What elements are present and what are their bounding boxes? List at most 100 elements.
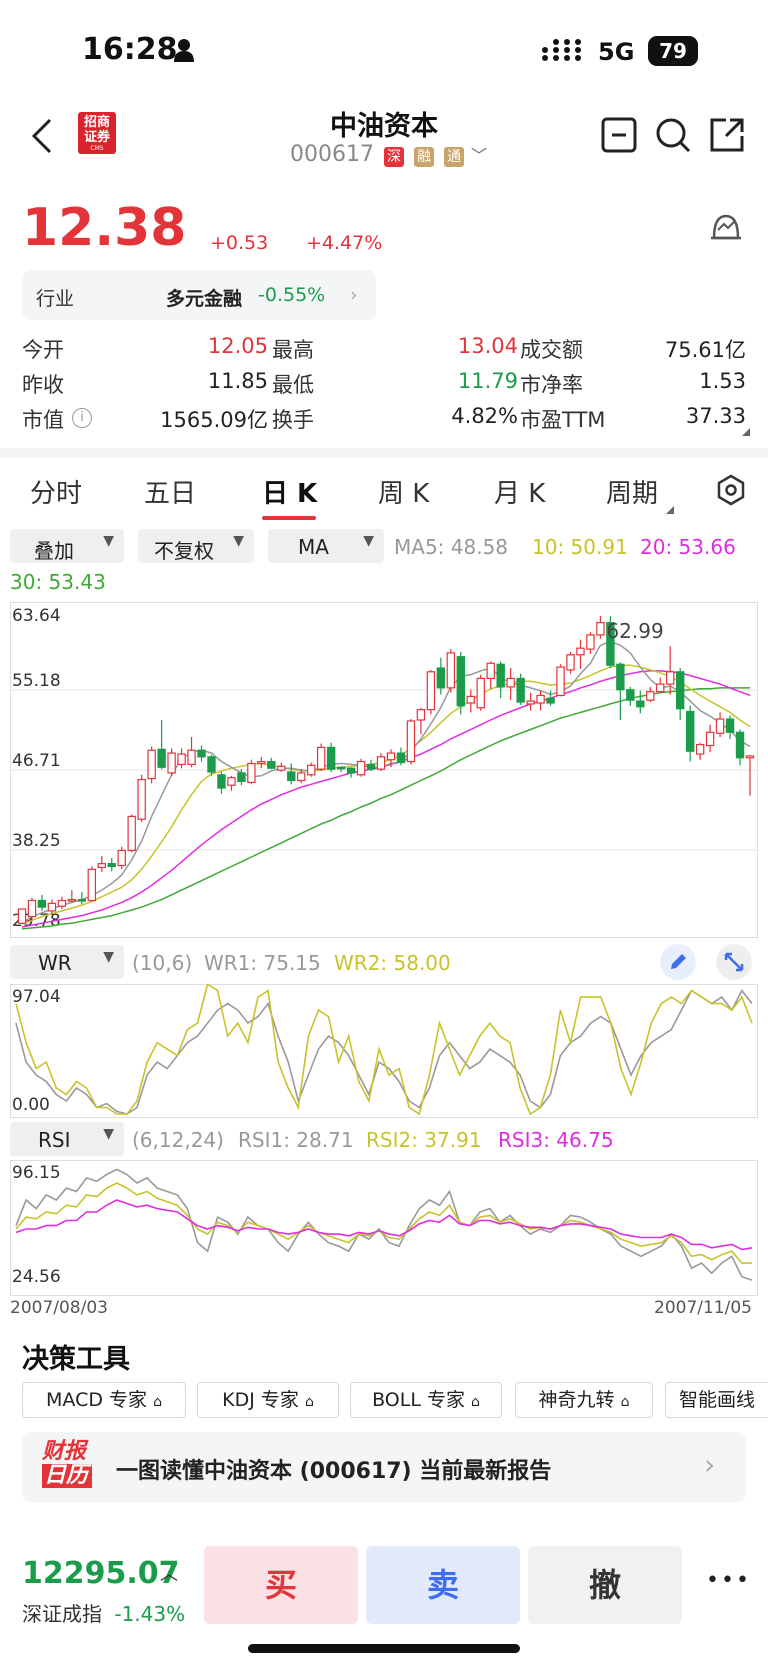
candle-body	[67, 898, 77, 902]
y-tick-label: 63.64	[12, 606, 61, 626]
candle-body	[157, 748, 166, 768]
candle-body	[705, 731, 715, 747]
quote-value: 11.79	[457, 369, 518, 393]
settings-hexagon-icon[interactable]	[716, 474, 746, 506]
candle-body	[446, 652, 456, 689]
adjust-dropdown[interactable]: 不复权 ▼	[138, 529, 254, 563]
candle-body	[506, 677, 515, 688]
cancel-button[interactable]: 撤	[528, 1546, 682, 1624]
candle-body	[187, 749, 196, 766]
industry-change: -0.55%	[258, 284, 326, 306]
quote-value: 13.04	[457, 334, 518, 358]
max-price-annotation: 62.99	[606, 619, 663, 643]
y-tick-label: 24.56	[12, 1267, 61, 1287]
candle-body	[137, 778, 146, 820]
candle-body	[57, 899, 67, 907]
overlay-dropdown[interactable]: 叠加 ▼	[10, 529, 124, 563]
stock-code: 000617	[290, 142, 374, 167]
info-icon[interactable]: i	[72, 408, 92, 428]
candle-body	[526, 700, 535, 705]
candle-body	[267, 760, 276, 769]
candle-body	[167, 752, 176, 774]
industry-row[interactable]: 行业 多元金融 -0.55% ›	[22, 270, 376, 320]
tool-boll[interactable]: BOLL 专家 ⌂	[350, 1382, 502, 1418]
tab-fenshi[interactable]: 分时	[30, 473, 82, 510]
tool-smart-draw[interactable]: 智能画线	[665, 1382, 768, 1418]
candle-body	[207, 756, 216, 773]
tab-weekly-k[interactable]: 周 K	[378, 473, 429, 510]
x-axis-start: 2007/08/03	[10, 1298, 108, 1318]
share-icon[interactable]	[708, 116, 746, 154]
quote-label: 最高	[272, 338, 314, 362]
candle-body	[426, 671, 436, 711]
sell-button[interactable]: 卖	[366, 1546, 520, 1624]
tab-monthly-k[interactable]: 月 K	[494, 473, 545, 510]
candlestick-chart[interactable]: 63.6455.1846.7138.2529.7862.99	[10, 602, 758, 938]
candle-body	[356, 760, 366, 776]
candle-body	[646, 691, 655, 701]
report-text: 一图读懂中油资本 (000617) 当前最新报告	[116, 1459, 552, 1484]
candle-body	[466, 695, 475, 704]
quote-value: 1.53	[699, 369, 746, 393]
industry-label: 行业	[36, 288, 75, 310]
wr-chart[interactable]: 97.04 0.00	[10, 984, 758, 1118]
tab-wuri[interactable]: 五日	[144, 473, 196, 510]
candle-body	[576, 647, 585, 656]
candle-body	[307, 764, 316, 776]
tab-daily-k[interactable]: 日 K	[262, 473, 317, 510]
tool-kdj[interactable]: KDJ 专家 ⌂	[197, 1382, 339, 1418]
report-banner[interactable]: 财报 日历 一图读懂中油资本 (000617) 当前最新报告 ›	[22, 1432, 746, 1502]
candle-body	[177, 753, 186, 766]
candle-body	[685, 710, 695, 752]
y-tick-label: 38.25	[12, 831, 61, 851]
candle-body	[27, 899, 37, 918]
chevron-up-icon[interactable]: ︿	[160, 1560, 178, 1586]
lock-icon: ⌂	[153, 1394, 162, 1410]
wr-dropdown[interactable]: WR ▼	[10, 945, 124, 979]
quote-label: 市盈TTM	[520, 408, 606, 432]
candle-body	[366, 763, 376, 770]
expand-corner-icon[interactable]	[742, 428, 750, 436]
minus-box-icon[interactable]	[600, 116, 638, 154]
quote-value: 11.85	[207, 369, 268, 393]
index-name: 深证成指	[22, 1602, 102, 1626]
x-axis-end: 2007/11/05	[654, 1298, 752, 1318]
candle-body	[376, 756, 386, 770]
candle-body	[217, 774, 226, 789]
rsi-label: RSI	[38, 1128, 71, 1152]
ma20-value: 20: 53.66	[640, 535, 736, 559]
candle-body	[556, 666, 565, 697]
candle-body	[406, 720, 416, 763]
candle-body	[616, 663, 625, 691]
quote-value: 12.05	[207, 334, 268, 358]
y-tick-label: 97.04	[12, 987, 61, 1007]
price-change: +0.53	[210, 232, 269, 254]
expand-icon[interactable]	[716, 944, 752, 980]
rsi2-value: RSI2: 37.91	[366, 1128, 482, 1152]
tool-macd[interactable]: MACD 专家 ⌂	[22, 1382, 186, 1418]
candle-body	[516, 677, 525, 703]
ma-dropdown[interactable]: MA ▼	[268, 529, 384, 563]
tab-period[interactable]: 周期	[606, 473, 658, 510]
tool-jiuzhuan[interactable]: 神奇九转 ⌂	[515, 1382, 653, 1418]
search-icon[interactable]	[654, 116, 692, 154]
bell-icon[interactable]	[708, 208, 744, 248]
candle-body	[316, 746, 326, 770]
battery-icon: 79	[648, 36, 698, 66]
rsi3-value: RSI3: 46.75	[498, 1128, 614, 1152]
tag-rong: 融	[413, 147, 434, 167]
rsi-dropdown[interactable]: RSI ▼	[10, 1122, 124, 1156]
candle-body	[546, 697, 555, 704]
signal-icon	[540, 38, 590, 64]
stock-code-row[interactable]: 000617 深 融 通 ﹀	[290, 142, 487, 167]
rsi-chart[interactable]: 96.15 24.56	[10, 1160, 758, 1296]
buy-button[interactable]: 买	[204, 1546, 358, 1624]
edit-pencil-icon[interactable]	[660, 944, 696, 980]
quote-value: 1565.09亿	[160, 408, 268, 432]
ma-label: MA	[298, 535, 329, 559]
candle-body	[247, 762, 256, 783]
dropdown-arrow-icon: ▼	[103, 1126, 114, 1142]
more-icon[interactable]: •••	[706, 1568, 751, 1593]
candle-body	[456, 656, 465, 707]
candle-body	[237, 772, 246, 783]
